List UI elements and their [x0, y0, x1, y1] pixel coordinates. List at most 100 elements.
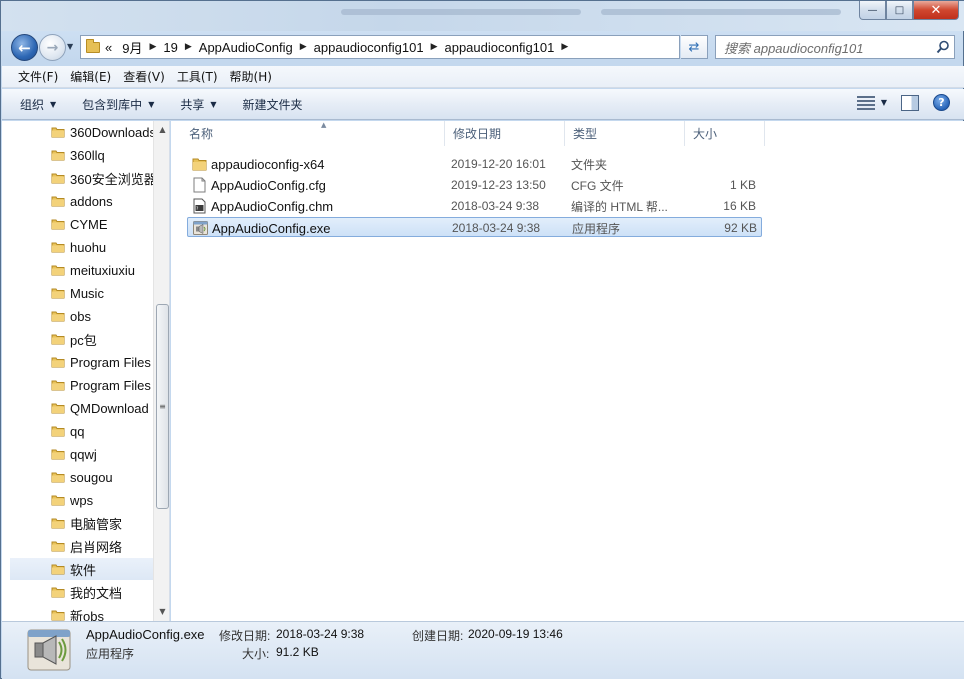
details-pane: AppAudioConfig.exe 应用程序 修改日期: 2018-03-24… [2, 621, 964, 679]
organize-button[interactable]: 组织 ▼ [20, 96, 56, 113]
column-header-size[interactable]: 大小 [685, 121, 765, 146]
column-header-name-label: 名称 [189, 127, 214, 141]
menu-help[interactable]: 帮助(H) [224, 68, 278, 85]
nav-folder-item[interactable]: 360安全浏览器 [10, 167, 154, 189]
folder-icon [51, 288, 65, 299]
menu-file[interactable]: 文件(F) [12, 68, 64, 85]
breadcrumb-item[interactable]: 19 [158, 40, 182, 55]
search-icon[interactable] [932, 40, 954, 54]
nav-folder-item[interactable]: 新obs [10, 604, 154, 621]
chevron-right-icon[interactable]: ▶ [429, 42, 440, 52]
column-header-modified[interactable]: 修改日期 [445, 121, 565, 146]
nav-folder-item[interactable]: qq [10, 420, 154, 442]
breadcrumb-item[interactable]: appaudioconfig101 [439, 40, 559, 55]
maximize-button[interactable]: □ [886, 1, 913, 20]
nav-folder-item[interactable]: Music [10, 282, 154, 304]
nav-folder-item[interactable]: wps [10, 489, 154, 511]
menu-tools[interactable]: 工具(T) [171, 68, 224, 85]
menu-edit[interactable]: 编辑(E) [64, 68, 117, 85]
menu-view[interactable]: 查看(V) [117, 68, 171, 85]
column-header-name[interactable]: 名称 ▲ [181, 121, 445, 146]
forward-button[interactable]: → [39, 34, 66, 61]
folder-icon [51, 127, 65, 138]
file-row[interactable]: appaudioconfig-x64 2019-12-20 16:01 文件夹 [187, 154, 762, 174]
file-row[interactable]: AppAudioConfig.cfg 2019-12-23 13:50 CFG 文件… [187, 175, 762, 195]
nav-folder-item[interactable]: 我的文档 [10, 581, 154, 603]
nav-folder-item[interactable]: 360llq [10, 144, 154, 166]
nav-folder-label: 软件 [70, 562, 97, 578]
new-folder-button[interactable]: 新建文件夹 [243, 96, 303, 113]
folder-icon [51, 196, 65, 207]
details-size-value: 91.2 KB [276, 645, 319, 659]
address-overflow[interactable]: « [100, 40, 117, 55]
recent-pages-dropdown[interactable]: ▼ [67, 42, 73, 51]
folder-icon [51, 150, 65, 161]
breadcrumb-item[interactable]: appaudioconfig101 [309, 40, 429, 55]
nav-folder-item[interactable]: 360Downloads [10, 121, 154, 143]
close-button[interactable]: ✕ [913, 1, 959, 20]
preview-pane-icon[interactable] [901, 94, 919, 111]
file-size: 16 KB [723, 199, 756, 213]
nav-folder-label: 我的文档 [70, 585, 123, 601]
nav-folder-label: wps [70, 492, 94, 508]
include-in-library-button[interactable]: 包含到库中 ▼ [82, 96, 154, 113]
nav-folder-item[interactable]: qqwj [10, 443, 154, 465]
nav-folder-label: Program Files [70, 354, 151, 370]
back-button[interactable]: ← [11, 34, 38, 61]
chevron-right-icon[interactable]: ▶ [183, 42, 194, 52]
scroll-down-arrow-icon[interactable]: ▼ [154, 603, 169, 619]
nav-folder-item[interactable]: pc包 [10, 328, 154, 350]
nav-folder-item[interactable]: huohu [10, 236, 154, 258]
file-row[interactable]: AppAudioConfig.exe 2018-03-24 9:38 应用程序 92 … [187, 217, 762, 237]
file-type: 应用程序 [572, 221, 621, 236]
search-input[interactable]: 搜索 appaudioconfig101 [724, 38, 932, 57]
nav-folder-item[interactable]: obs [10, 305, 154, 327]
folder-icon [51, 334, 65, 345]
nav-folder-item[interactable]: Program Files [10, 374, 154, 396]
address-bar[interactable]: « 9月 ▶ 19 ▶ AppAudioConfig ▶ appaudiocon… [80, 35, 680, 59]
column-header-type[interactable]: 类型 [565, 121, 685, 146]
nav-folder-item[interactable]: CYME [10, 213, 154, 235]
nav-scrollbar[interactable]: ▲ ≡ ▼ [153, 121, 169, 621]
breadcrumb-item[interactable]: 9月 [117, 38, 147, 57]
nav-folder-item[interactable]: meituxiuxiu [10, 259, 154, 281]
help-icon[interactable]: ? [933, 94, 950, 111]
organize-label: 组织 [20, 97, 45, 112]
nav-folder-label: pc包 [70, 332, 97, 348]
details-modified-value: 2018-03-24 9:38 [276, 627, 365, 641]
file-name: AppAudioConfig.chm [211, 198, 334, 214]
file-type: 文件夹 [571, 157, 608, 172]
view-options-dropdown[interactable]: ▼ [881, 98, 887, 107]
search-box[interactable]: 搜索 appaudioconfig101 [715, 35, 955, 59]
chevron-right-icon[interactable]: ▶ [298, 42, 309, 52]
title-bar[interactable]: — □ ✕ [1, 1, 964, 31]
folder-icon [51, 265, 65, 276]
file-size: 1 KB [729, 178, 756, 192]
minimize-button[interactable]: — [859, 1, 886, 20]
refresh-button[interactable]: ⇄ [681, 35, 708, 59]
folder-icon [86, 38, 100, 53]
file-modified: 2018-03-24 9:38 [452, 221, 541, 235]
nav-folder-item[interactable]: 启肖网络 [10, 535, 154, 557]
nav-folder-item[interactable]: sougou [10, 466, 154, 488]
nav-folder-item[interactable]: addons [10, 190, 154, 212]
chevron-right-icon[interactable]: ▶ [147, 42, 158, 52]
nav-folder-item[interactable]: 软件 [10, 558, 154, 580]
scroll-up-arrow-icon[interactable]: ▲ [154, 121, 169, 137]
folder-icon [51, 495, 65, 506]
scroll-thumb[interactable]: ≡ [156, 304, 169, 509]
file-list[interactable]: 名称 ▲ 修改日期 类型 大小 appaudioconfig-x64 2019-12… [171, 121, 964, 621]
column-header-modified-label: 修改日期 [453, 127, 502, 141]
chevron-right-icon[interactable]: ▶ [559, 42, 570, 52]
nav-folder-item[interactable]: 电脑管家 [10, 512, 154, 534]
change-view-icon[interactable] [856, 95, 875, 110]
nav-folder-item[interactable]: Program Files [10, 351, 154, 373]
navigation-pane[interactable]: 360Downloads 360llq 360安全浏览器 addons CYME huoh… [2, 121, 170, 621]
share-button[interactable]: 共享 ▼ [180, 96, 216, 113]
nav-folder-item[interactable]: QMDownload [10, 397, 154, 419]
file-row[interactable]: ? AppAudioConfig.chm 2018-03-24 9:38 编译的 HT… [187, 196, 762, 216]
folder-icon [51, 587, 65, 598]
folder-icon [51, 472, 65, 483]
breadcrumb-item[interactable]: AppAudioConfig [194, 40, 298, 55]
file-modified: 2019-12-23 13:50 [451, 178, 546, 192]
